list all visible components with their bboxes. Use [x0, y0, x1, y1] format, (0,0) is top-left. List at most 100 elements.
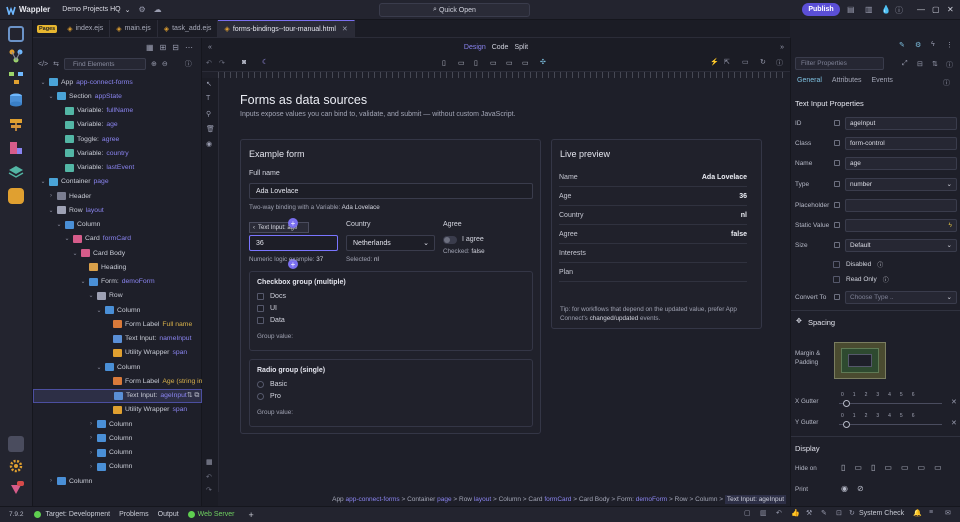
help-icon[interactable]: ⓘ — [776, 58, 783, 68]
agree-switch[interactable] — [443, 236, 457, 244]
undo-icon[interactable]: ↶ — [206, 59, 212, 67]
chevron-right-icon[interactable]: › — [47, 478, 55, 484]
tab-forms-bindings[interactable]: ◈ forms-bindings--tour-manual.html ✕ — [218, 19, 355, 38]
notes-icon[interactable]: ≡ — [929, 509, 933, 516]
bind-icon[interactable] — [834, 120, 840, 126]
chevron-down-icon[interactable]: ⌄ — [63, 235, 71, 242]
bolt-icon[interactable]: ϟ — [931, 41, 935, 48]
convert-select[interactable]: Choose Type .. ⌄ — [845, 290, 957, 304]
link-icon[interactable]: ⇆ — [53, 60, 59, 68]
tree-row[interactable]: › Column — [33, 460, 202, 474]
phone-landscape-icon[interactable]: ▭ — [458, 59, 465, 67]
chevron-down-icon[interactable]: ⌄ — [95, 307, 103, 314]
tree-icon[interactable]: ⊞ — [160, 43, 167, 52]
age-input[interactable]: 36 — [249, 235, 338, 251]
bind-icon[interactable] — [834, 181, 840, 187]
split-mode-tab[interactable]: Split — [514, 44, 528, 51]
bind-icon[interactable] — [834, 160, 840, 166]
breadcrumb-item[interactable]: Card formCard — [528, 496, 571, 503]
find-elements-input[interactable]: Find Elements — [64, 58, 146, 70]
tree-row[interactable]: Heading — [33, 260, 202, 274]
layout-icon[interactable]: ▢ — [744, 509, 751, 517]
bind-icon[interactable] — [834, 140, 840, 146]
more-icon[interactable]: ⋯ — [185, 43, 193, 52]
full-name-input[interactable]: Ada Lovelace — [249, 183, 533, 199]
design-canvas[interactable]: Forms as data sources Inputs expose valu… — [218, 78, 788, 492]
close-icon[interactable]: ✕ — [947, 5, 954, 14]
target-selector[interactable]: Target: Development — [45, 511, 110, 518]
eye-off-icon[interactable]: ⊘ — [857, 484, 864, 493]
desktop-icon[interactable]: ▭ — [901, 463, 909, 472]
tree-row[interactable]: › Header — [33, 189, 202, 203]
add-icon[interactable]: + — [249, 510, 254, 520]
radio-basic[interactable]: Basic — [257, 381, 287, 388]
row-actions-icon[interactable]: ⇅ ⧉ — [187, 391, 199, 400]
breadcrumb-item[interactable]: Row — [675, 496, 688, 503]
tree-row[interactable]: Variable: age — [33, 118, 202, 132]
server-connect-icon[interactable] — [8, 48, 24, 64]
chevron-right-icon[interactable]: › — [87, 435, 95, 441]
laptop-icon[interactable]: ▭ — [490, 59, 497, 67]
minimize-icon[interactable]: — — [917, 5, 925, 14]
output-tab[interactable]: Output — [158, 511, 179, 518]
tree-row[interactable]: Variable: lastEvent — [33, 161, 202, 175]
pro-badge-icon[interactable] — [8, 480, 24, 496]
tree-row[interactable]: ⌄ Column — [33, 218, 202, 232]
tree-row[interactable]: Utility Wrapper span — [33, 403, 202, 417]
tab-main[interactable]: ◈ main.ejs — [110, 19, 158, 38]
tab-events[interactable]: Events — [871, 77, 892, 84]
x-gutter-knob[interactable] — [843, 400, 850, 407]
tree-row[interactable]: Text Input: nameInput — [33, 332, 202, 346]
grid-icon[interactable]: ▦ — [206, 458, 213, 466]
chat-icon[interactable]: ✉ — [945, 509, 951, 517]
tree-row[interactable]: Text Input: ageInput ⇅ ⧉ — [33, 388, 202, 403]
expand-icon[interactable]: ⤢ — [902, 60, 908, 68]
chevron-down-icon[interactable]: ⌄ — [79, 278, 87, 285]
checkbox-box[interactable] — [257, 293, 264, 300]
tablet-icon[interactable]: ▯ — [871, 463, 875, 472]
tree-row[interactable]: ⌄ Form: demoForm — [33, 275, 202, 289]
chevron-down-icon[interactable]: ⌄ — [55, 221, 63, 228]
more-icon[interactable]: ⋮ — [946, 41, 953, 49]
chevron-down-icon[interactable]: ⌄ — [39, 178, 47, 185]
tree-row[interactable]: › Column — [33, 474, 202, 488]
phone-landscape-icon[interactable]: ▭ — [854, 463, 862, 472]
refresh-icon[interactable]: ↻ — [849, 509, 855, 517]
spacing-box-model[interactable] — [834, 342, 886, 379]
tree-row[interactable]: Form Label Full name — [33, 317, 202, 331]
tree-row[interactable]: › Column — [33, 431, 202, 445]
id-field[interactable]: ageInput — [845, 116, 957, 130]
y-gutter-knob[interactable] — [843, 421, 850, 428]
form-card[interactable]: Example form Full name Ada Lovelace Two-… — [240, 139, 541, 434]
phone-icon[interactable]: ▯ — [841, 463, 845, 472]
lock-icon[interactable]: ⊡ — [836, 509, 842, 517]
chevron-down-icon[interactable]: ⌄ — [39, 79, 47, 86]
type-select[interactable]: number ⌄ — [845, 177, 957, 191]
tree-row[interactable]: ⌄ Card Body — [33, 246, 202, 260]
checkbox-box[interactable] — [257, 305, 264, 312]
x-gutter-slider[interactable] — [839, 403, 942, 404]
settings-icon[interactable]: ⚙ — [139, 5, 146, 14]
help-icon[interactable]: ⓘ — [943, 78, 950, 88]
tree-row[interactable]: ⌄ Column — [33, 360, 202, 374]
thumb-icon[interactable]: 👍 — [791, 509, 800, 517]
preview-card[interactable]: Live preview Name Ada Lovelace Age 36 Countr… — [551, 139, 762, 329]
tree-row[interactable]: ⌄ Section appState — [33, 89, 202, 103]
maximize-icon[interactable]: ▢ — [932, 5, 940, 14]
panel-icon[interactable]: ▥ — [760, 509, 767, 517]
filter-properties-input[interactable]: Filter Properties — [795, 57, 884, 70]
tree-row[interactable]: Utility Wrapper span — [33, 346, 202, 360]
components-icon[interactable]: ▦ — [146, 43, 154, 52]
problems-tab[interactable]: Problems — [119, 511, 149, 518]
breadcrumb-item[interactable]: Form: demoForm — [617, 496, 667, 503]
breadcrumb-item[interactable]: Column — [695, 496, 717, 503]
tree-row[interactable]: › Column — [33, 446, 202, 460]
gear-icon[interactable]: ⚙ — [915, 41, 921, 49]
tab-general[interactable]: General — [797, 77, 822, 84]
cloud-icon[interactable]: ☁ — [154, 5, 162, 14]
code-mode-tab[interactable]: Code — [492, 44, 509, 51]
chevron-right-icon[interactable]: › — [87, 450, 95, 456]
system-check-button[interactable]: System Check — [859, 510, 904, 517]
checkbox-box[interactable] — [257, 317, 264, 324]
camera-icon[interactable]: ◙ — [242, 59, 246, 66]
